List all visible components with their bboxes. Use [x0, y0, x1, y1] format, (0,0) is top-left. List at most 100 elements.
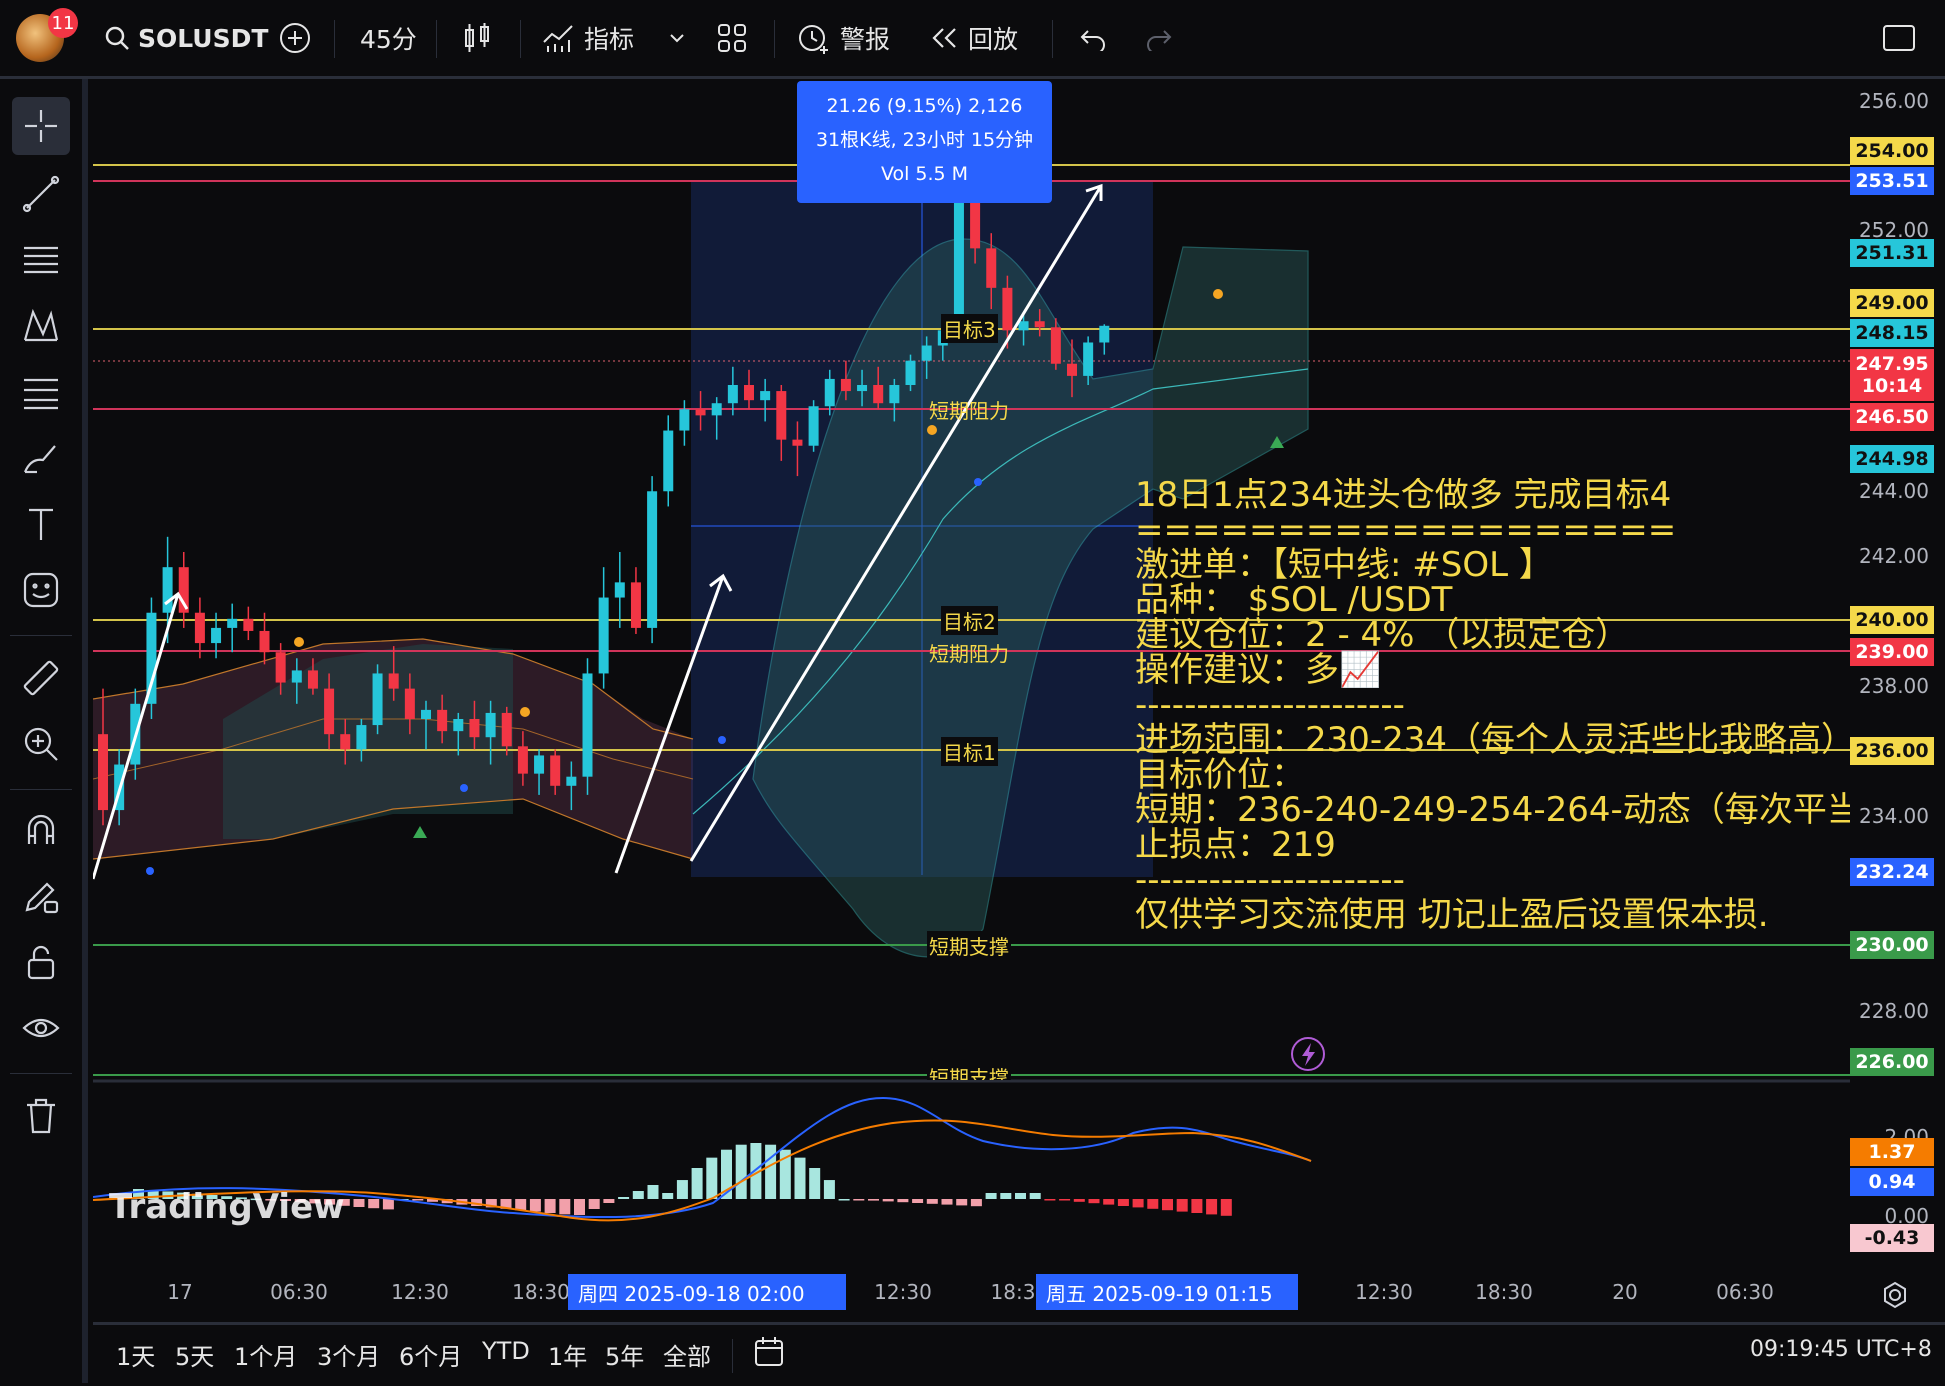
measure-line1: 21.26 (9.15%) 2,126 [826, 95, 1023, 117]
price-tag-248-15: 248.15 [1850, 319, 1934, 347]
trend-line-tool[interactable] [12, 165, 70, 223]
macd-bar [382, 1199, 394, 1210]
signal-dot [1213, 289, 1223, 299]
macd-pane[interactable]: TradingView [93, 1083, 1850, 1270]
macd-bar [676, 1180, 688, 1199]
candle-body [340, 734, 351, 750]
trash-icon [27, 1098, 55, 1134]
clock[interactable]: 09:19:45 UTC+8 [1750, 1337, 1932, 1362]
candle-body [469, 718, 480, 738]
time-tick: 18:3 [990, 1280, 1036, 1304]
undo-button[interactable] [1078, 14, 1108, 62]
candle-body [259, 630, 270, 653]
macd-bar [765, 1144, 777, 1199]
zoom-tool[interactable] [12, 715, 70, 773]
drawing-toolbar [0, 79, 88, 1383]
note-line: ---------------------- [1135, 860, 1405, 900]
time-tick: 12:30 [874, 1280, 932, 1304]
horizontal-lines-tool[interactable] [12, 231, 70, 289]
toolbar-divider [334, 20, 335, 58]
tradingview-watermark: TradingView [109, 1187, 345, 1227]
magnet-tool[interactable] [12, 801, 70, 859]
ruler-icon [23, 660, 59, 696]
redo-button[interactable] [1144, 14, 1174, 62]
macd-bar [691, 1168, 703, 1199]
level-label-resist2: 短期阻力 [929, 642, 1009, 666]
range-6m[interactable]: 6个月 [399, 1337, 462, 1372]
measure-line3: Vol 5.5 M [880, 163, 969, 185]
macd-bar [941, 1199, 953, 1205]
range-3m[interactable]: 3个月 [317, 1337, 380, 1372]
lock-drawings-tool[interactable] [12, 867, 70, 925]
range-1m[interactable]: 1个月 [234, 1337, 297, 1372]
note-line: 仅供学习交流使用 切记止盈后设置保本损. [1135, 895, 1769, 933]
toolbar-divider [732, 1339, 733, 1373]
time-tick: 20 [1612, 1280, 1638, 1304]
macd-bar [1044, 1199, 1056, 1201]
brush-tool[interactable] [12, 429, 70, 487]
indicators-dropdown[interactable] [668, 14, 686, 62]
candle-body [98, 734, 108, 811]
range-5d[interactable]: 5天 [175, 1337, 214, 1372]
window-icon [1883, 25, 1915, 51]
level-label-support1: 短期支撑 [927, 931, 1011, 960]
fib-tool[interactable] [12, 363, 70, 421]
macd-bar [882, 1199, 894, 1202]
range-ytd[interactable]: YTD [482, 1337, 530, 1365]
range-1d[interactable]: 1天 [116, 1337, 155, 1372]
range-all[interactable]: 全部 [663, 1337, 711, 1372]
emoji-tool[interactable] [12, 561, 70, 619]
goto-date-button[interactable] [753, 1335, 787, 1375]
macd-bar [353, 1199, 365, 1207]
hide-drawings-tool[interactable] [12, 999, 70, 1057]
pattern-tool[interactable] [12, 297, 70, 355]
candle-body [534, 755, 545, 774]
candle-body [162, 567, 173, 613]
range-start-date: 周四 2025-09-18 02:00 [568, 1274, 846, 1310]
grid-layout-icon [718, 24, 746, 52]
candle-body [1050, 327, 1061, 364]
candle-body [970, 202, 981, 249]
unlock-icon [27, 945, 55, 980]
macd-bar [912, 1199, 924, 1203]
replay-button[interactable]: 回放 [930, 14, 1018, 62]
toolbar-divider [10, 789, 72, 790]
price-tag-240: 240.00 [1850, 606, 1934, 634]
crosshair-tool[interactable] [12, 97, 70, 155]
lock-all-tool[interactable] [12, 933, 70, 991]
alert-button[interactable]: 警报 [796, 14, 890, 62]
price-tag-239: 239.00 [1850, 638, 1934, 666]
text-tool[interactable] [12, 495, 70, 553]
candle-body [647, 491, 658, 628]
redo-icon [1147, 30, 1172, 51]
price-tag-253-51: 253.51 [1850, 167, 1934, 195]
last-price-value: 247.95 [1855, 353, 1929, 375]
time-tick: 17 [167, 1280, 193, 1304]
remove-drawings-tool[interactable] [12, 1087, 70, 1145]
time-axis[interactable]: 17 06:30 12:30 18:30 周四 2025-09-18 02:00… [93, 1270, 1850, 1320]
brush-icon [23, 445, 56, 474]
fullscreen-button[interactable] [1882, 14, 1916, 62]
range-5y[interactable]: 5年 [605, 1337, 644, 1372]
symbol-search-button[interactable]: SOLUSDT [104, 14, 268, 62]
calendar-goto-icon [755, 1337, 783, 1366]
candle-body [905, 360, 916, 385]
notification-badge: 11 [48, 8, 78, 38]
macd-bar [618, 1197, 630, 1199]
measure-tool[interactable] [12, 649, 70, 707]
axis-settings-button[interactable] [1880, 1280, 1910, 1314]
indicators-button[interactable]: 指标 [542, 14, 634, 62]
interval-button[interactable]: 45分 [360, 14, 417, 62]
note-line: 目标价位： [1135, 755, 1305, 795]
range-1y[interactable]: 1年 [548, 1337, 587, 1372]
candle-body [776, 391, 787, 440]
compare-symbol-button[interactable] [278, 14, 312, 62]
chart-type-button[interactable] [462, 14, 492, 62]
macd-bar [706, 1157, 718, 1199]
candle-body [324, 688, 335, 735]
layouts-button[interactable] [716, 14, 748, 62]
candle-body [517, 746, 528, 774]
candle-body [227, 618, 238, 628]
top-toolbar: 11 SOLUSDT 45分 指标 警报 回放 [0, 0, 1945, 79]
macd-bar [794, 1157, 806, 1199]
